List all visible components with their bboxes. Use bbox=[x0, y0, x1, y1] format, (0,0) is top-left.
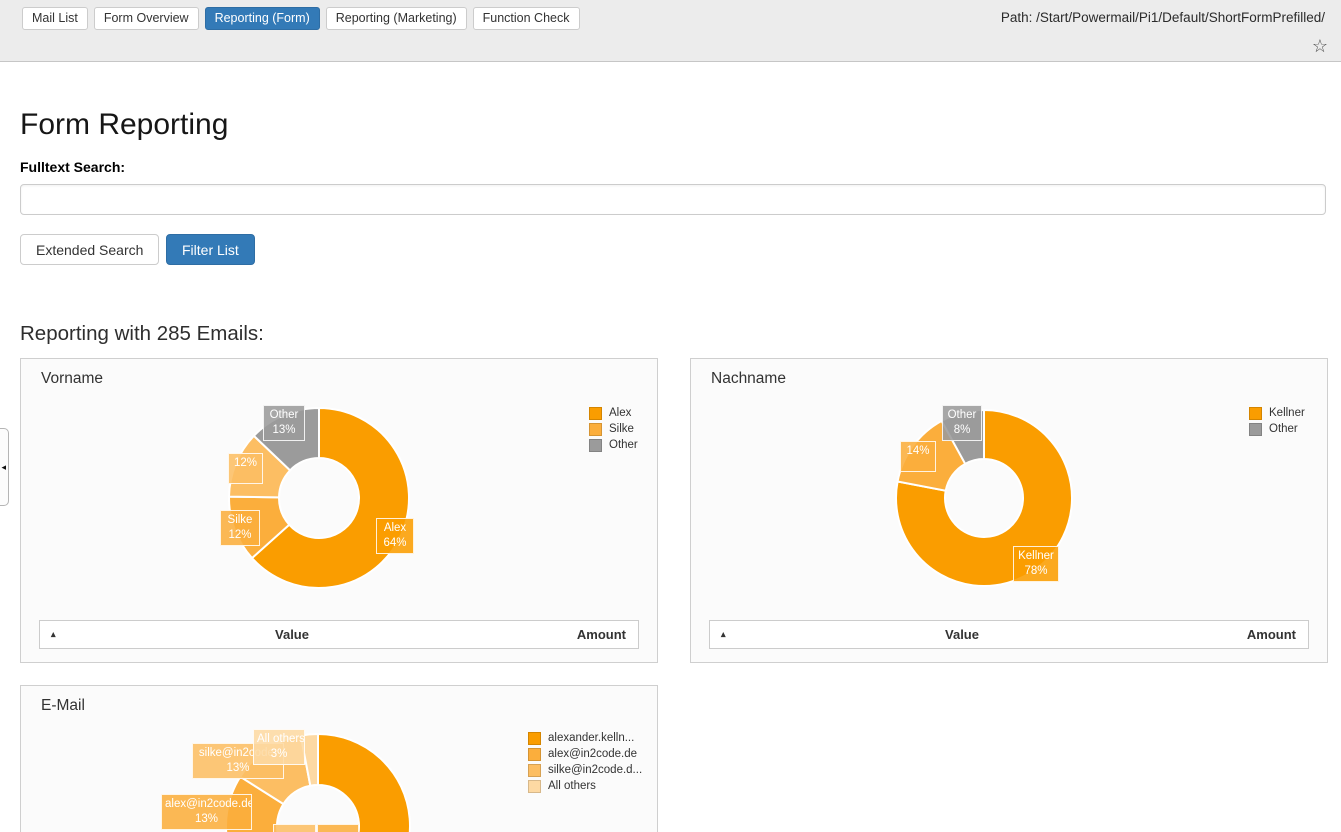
column-header-value[interactable]: Value bbox=[76, 627, 508, 642]
legend-item[interactable]: Silke bbox=[589, 421, 638, 437]
chart-table-header: ▴ Value Amount bbox=[709, 620, 1309, 649]
sort-ascending-icon[interactable]: ▴ bbox=[40, 629, 76, 640]
tab-function-check[interactable]: Function Check bbox=[473, 7, 580, 30]
legend-item[interactable]: Other bbox=[1249, 421, 1305, 437]
slice-label: Kellner78% bbox=[1013, 546, 1059, 582]
legend-label: Other bbox=[1269, 423, 1298, 435]
legend-label: All others bbox=[548, 780, 596, 792]
legend-swatch bbox=[589, 407, 602, 420]
slice-label: Alex64% bbox=[376, 518, 414, 554]
slice-label bbox=[317, 824, 359, 832]
legend-item[interactable]: All others bbox=[528, 778, 642, 794]
legend-swatch bbox=[528, 748, 541, 761]
doc-tabs: Mail List Form Overview Reporting (Form) Re… bbox=[22, 7, 580, 30]
extended-search-button[interactable]: Extended Search bbox=[20, 234, 159, 265]
chart-title: Vorname bbox=[41, 370, 103, 388]
collapse-arrow-icon: ◂ bbox=[1, 462, 6, 473]
legend-swatch bbox=[1249, 407, 1262, 420]
reporting-heading: Reporting with 285 Emails: bbox=[20, 322, 264, 346]
chart-legend: Alex Silke Other bbox=[589, 405, 638, 453]
legend-swatch bbox=[589, 439, 602, 452]
donut-chart bbox=[21, 359, 659, 664]
legend-label: Alex bbox=[609, 407, 631, 419]
sort-ascending-icon[interactable]: ▴ bbox=[710, 629, 746, 640]
slice-label: 12% bbox=[228, 453, 263, 484]
slice-label: alex@in2code.de13% bbox=[161, 794, 252, 830]
chart-legend: Kellner Other bbox=[1249, 405, 1305, 437]
slice-label: Other13% bbox=[263, 405, 305, 441]
donut-chart bbox=[691, 359, 1329, 664]
tab-reporting-form-[interactable]: Reporting (Form) bbox=[205, 7, 320, 30]
chart-title: Nachname bbox=[711, 370, 786, 388]
legend-swatch bbox=[589, 423, 602, 436]
nav-collapse-handle[interactable]: ◂ bbox=[0, 428, 9, 506]
chart-panel-email: E-Mail ▴ Value Amount silke@in2code.13%A… bbox=[20, 685, 658, 832]
fulltext-search-label: Fulltext Search: bbox=[20, 159, 125, 175]
bookmark-star-icon[interactable]: ☆ bbox=[1312, 36, 1328, 56]
fulltext-search-input[interactable] bbox=[20, 184, 1326, 215]
chart-panel-vorname: Vorname ▴ Value Amount Other13%12% Silke1… bbox=[20, 358, 658, 663]
slice-label: All others3% bbox=[253, 729, 305, 765]
slice-label: Other8% bbox=[942, 405, 982, 441]
column-header-value[interactable]: Value bbox=[746, 627, 1178, 642]
legend-label: alexander.kelln... bbox=[548, 732, 634, 744]
chart-legend: alexander.kelln... alex@in2code.de silke@i… bbox=[528, 730, 642, 794]
legend-item[interactable]: alex@in2code.de bbox=[528, 746, 642, 762]
chart-table-header: ▴ Value Amount bbox=[39, 620, 639, 649]
column-header-amount[interactable]: Amount bbox=[1178, 627, 1308, 642]
slice-label: Silke12% bbox=[220, 510, 260, 546]
legend-item[interactable]: Kellner bbox=[1249, 405, 1305, 421]
legend-label: Silke bbox=[609, 423, 634, 435]
tab-mail-list[interactable]: Mail List bbox=[22, 7, 88, 30]
doc-header: Mail List Form Overview Reporting (Form) Re… bbox=[0, 0, 1341, 62]
legend-item[interactable]: silke@in2code.d... bbox=[528, 762, 642, 778]
column-header-amount[interactable]: Amount bbox=[508, 627, 638, 642]
chart-panel-nachname: Nachname ▴ Value Amount Other8%14% Kellne… bbox=[690, 358, 1328, 663]
legend-swatch bbox=[528, 780, 541, 793]
tab-form-overview[interactable]: Form Overview bbox=[94, 7, 199, 30]
legend-label: Kellner bbox=[1269, 407, 1305, 419]
legend-label: Other bbox=[609, 439, 638, 451]
legend-swatch bbox=[528, 764, 541, 777]
slice-label bbox=[273, 824, 316, 832]
chart-title: E-Mail bbox=[41, 697, 85, 715]
filter-list-button[interactable]: Filter List bbox=[166, 234, 255, 265]
legend-item[interactable]: alexander.kelln... bbox=[528, 730, 642, 746]
tab-reporting-marketing-[interactable]: Reporting (Marketing) bbox=[326, 7, 467, 30]
slice-label: 14% bbox=[900, 441, 936, 472]
legend-swatch bbox=[528, 732, 541, 745]
legend-item[interactable]: Alex bbox=[589, 405, 638, 421]
legend-item[interactable]: Other bbox=[589, 437, 638, 453]
breadcrumb-path: Path: /Start/Powermail/Pi1/Default/Short… bbox=[1001, 10, 1325, 25]
legend-swatch bbox=[1249, 423, 1262, 436]
page-title: Form Reporting bbox=[20, 108, 228, 142]
legend-label: alex@in2code.de bbox=[548, 748, 637, 760]
legend-label: silke@in2code.d... bbox=[548, 764, 642, 776]
